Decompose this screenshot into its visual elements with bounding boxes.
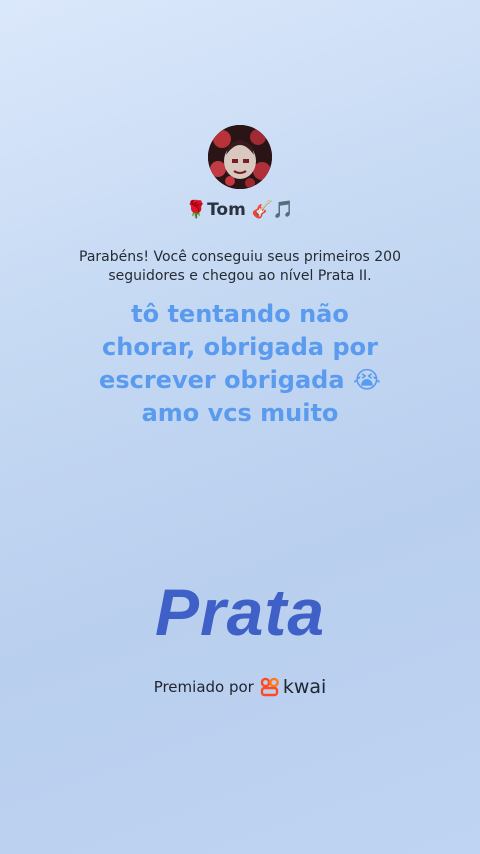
overlay-caption-line: tô tentando não [131,300,349,328]
award-credit: Premiado por kwai [0,676,480,698]
overlay-caption-line: chorar, obrigada por [102,333,378,361]
avatar-image [208,125,272,189]
overlay-caption-line: amo vcs muito [141,399,339,427]
profile-username[interactable]: 🌹Tom 🎸🎵 [0,200,480,220]
overlay-caption: tô tentando não chorar, obrigada por esc… [90,298,390,430]
avatar[interactable] [208,125,272,189]
overlay-caption-line: escrever obrigada 😭 [99,366,381,394]
kwai-brand: kwai [260,676,326,698]
kwai-brand-name: kwai [282,676,327,698]
award-label: Premiado por [153,678,254,696]
level-title: Prata [154,575,326,649]
achievement-description: Parabéns! Você conseguiu seus primeiros … [79,249,401,284]
kwai-logo-icon [260,677,279,697]
